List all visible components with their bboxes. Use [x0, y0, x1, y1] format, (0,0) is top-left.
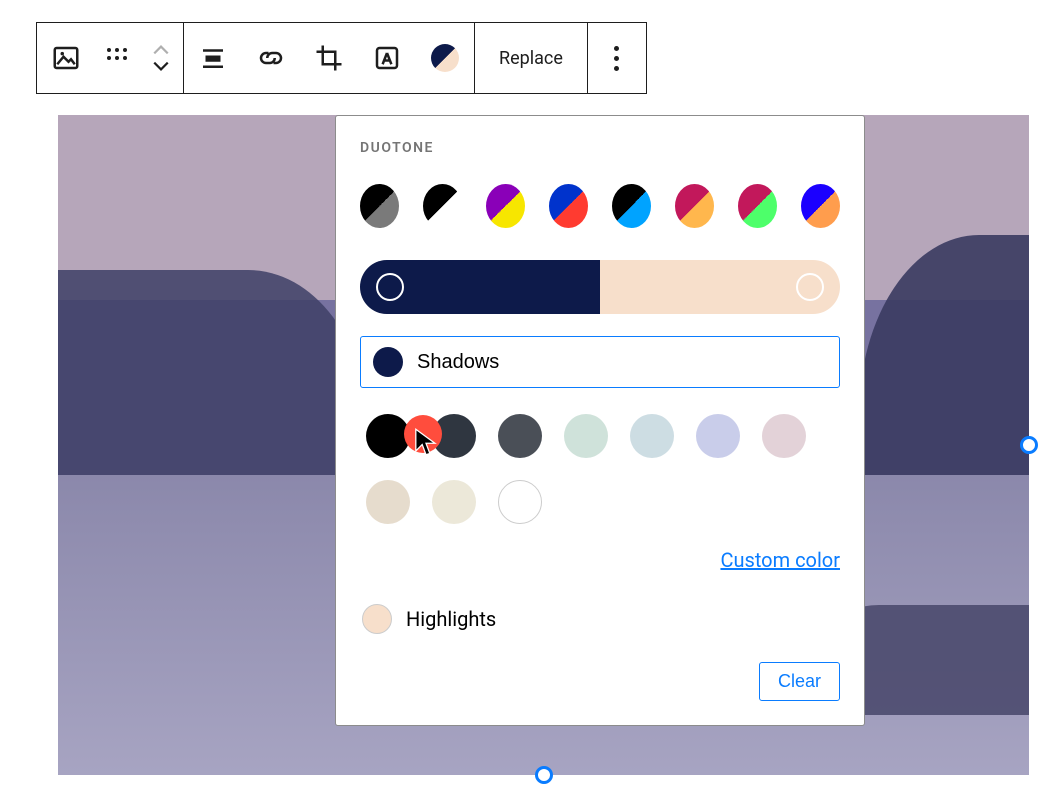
more-icon	[614, 46, 619, 71]
text-overlay-icon	[372, 43, 402, 73]
text-overlay-button[interactable]	[358, 23, 416, 93]
duotone-preset-5[interactable]	[675, 184, 714, 228]
shadows-input[interactable]	[417, 351, 827, 374]
clear-button[interactable]: Clear	[759, 662, 840, 701]
align-button[interactable]	[184, 23, 242, 93]
duotone-preset-1[interactable]	[423, 184, 462, 228]
duotone-button[interactable]	[416, 23, 474, 93]
align-icon	[198, 43, 228, 73]
highlights-swatch	[362, 604, 392, 634]
duotone-preset-4[interactable]	[612, 184, 651, 228]
block-mover	[139, 23, 183, 93]
palette-color-8[interactable]	[432, 480, 476, 524]
replace-button[interactable]: Replace	[475, 23, 587, 93]
resize-handle-bottom[interactable]	[535, 766, 553, 784]
cursor-arrow-icon	[413, 428, 439, 460]
toolbar-group-more	[588, 23, 646, 93]
highlight-ring-icon	[796, 273, 824, 301]
custom-color-row: Custom color	[360, 548, 840, 572]
drag-handle[interactable]	[95, 23, 139, 93]
crop-icon	[314, 43, 344, 73]
highlights-field[interactable]: Highlights	[360, 594, 840, 644]
duotone-preset-2[interactable]	[486, 184, 525, 228]
duotone-preset-6[interactable]	[738, 184, 777, 228]
block-toolbar: Replace	[36, 22, 647, 94]
shadows-field[interactable]	[360, 336, 840, 388]
palette-color-5[interactable]	[696, 414, 740, 458]
pair-highlight-side	[600, 260, 840, 314]
shadows-swatch	[373, 347, 403, 377]
link-icon	[256, 43, 286, 73]
duotone-pair-bar[interactable]	[360, 260, 840, 314]
palette-color-3[interactable]	[564, 414, 608, 458]
duotone-preset-3[interactable]	[549, 184, 588, 228]
pair-shadow-side	[360, 260, 600, 314]
custom-color-link[interactable]: Custom color	[720, 548, 840, 572]
palette-color-4[interactable]	[630, 414, 674, 458]
crop-button[interactable]	[300, 23, 358, 93]
toolbar-group-block	[37, 23, 184, 93]
replace-label: Replace	[499, 48, 563, 69]
popover-title: DUOTONE	[360, 140, 840, 156]
duotone-icon	[431, 44, 459, 72]
drag-icon	[107, 48, 127, 68]
image-icon	[51, 43, 81, 73]
duotone-preset-7[interactable]	[801, 184, 840, 228]
resize-handle-right[interactable]	[1020, 436, 1038, 454]
highlights-label: Highlights	[406, 607, 496, 631]
duotone-preset-0[interactable]	[360, 184, 399, 228]
toolbar-group-replace: Replace	[475, 23, 588, 93]
move-up-button[interactable]	[152, 44, 170, 56]
palette-color-6[interactable]	[762, 414, 806, 458]
palette-color-2[interactable]	[498, 414, 542, 458]
shadow-ring-icon	[376, 273, 404, 301]
palette-color-9[interactable]	[498, 480, 542, 524]
duotone-presets	[360, 184, 840, 228]
block-type-image-button[interactable]	[37, 23, 95, 93]
toolbar-group-format	[184, 23, 475, 93]
link-button[interactable]	[242, 23, 300, 93]
palette-color-7[interactable]	[366, 480, 410, 524]
more-options-button[interactable]	[588, 23, 646, 93]
move-down-button[interactable]	[152, 60, 170, 72]
